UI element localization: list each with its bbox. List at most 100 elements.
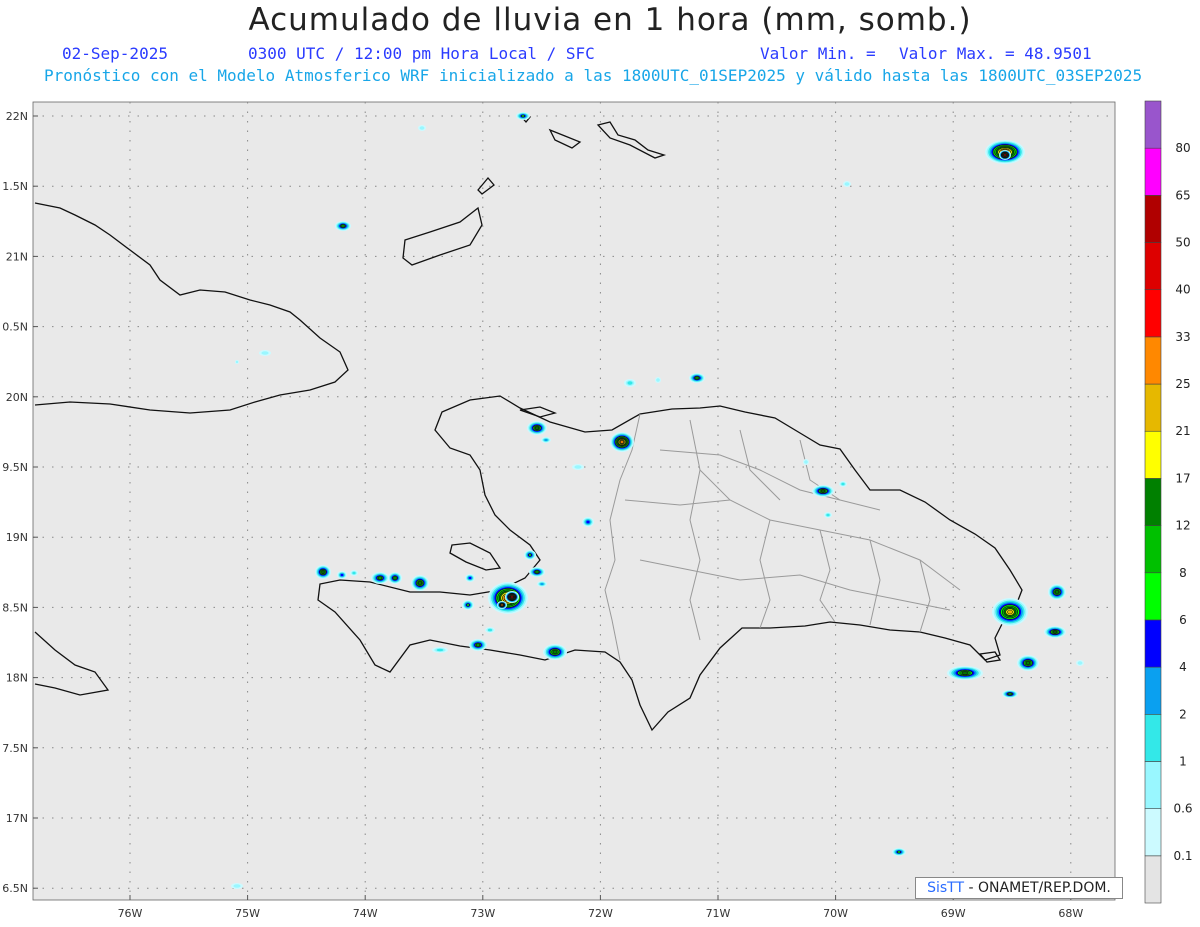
lat-tick-label: 19N [6,531,28,544]
colorbar-label: 25 [1175,377,1190,391]
lon-tick-label: 71W [706,907,731,920]
rain-cell [231,883,243,889]
rain-cell [803,459,809,465]
rain-cell [516,112,530,120]
lat-tick-label: 6.5N [2,882,28,895]
lon-tick-label: 75W [235,907,260,920]
lat-tick-label: 22N [6,110,28,123]
lon-tick-label: 76W [118,907,143,920]
rain-cell [999,150,1011,160]
colorbar-label: 33 [1175,330,1190,344]
colorbar-label: 0.6 [1173,802,1192,816]
rain-cell [655,377,661,383]
colorbar-swatch [1144,336,1162,385]
colorbar-swatch [1144,289,1162,338]
colorbar-swatch [1144,195,1162,243]
rain-cell [537,581,547,587]
rain-cell [839,481,847,487]
colorbar-swatch [1144,619,1162,668]
rain-cell [582,517,594,527]
rain-cell [485,627,495,633]
colorbar-label: 2 [1179,707,1187,721]
rain-cell [824,512,832,518]
lat-tick-label: 18N [6,672,28,685]
rain-cell [469,639,487,651]
rain-cell [335,221,351,231]
rain-cell [411,575,429,591]
colorbar-swatch [1144,478,1162,526]
colorbar-swatch [1144,808,1162,857]
rain-cell [524,550,536,560]
lat-tick-label: 21N [6,250,28,263]
lat-tick-label: 8.5N [2,601,28,614]
rain-cell [529,567,545,577]
colorbar-label: 17 [1175,471,1190,485]
colorbar-label: 21 [1175,424,1190,438]
rain-cell [497,601,507,609]
colorbar-label: 1 [1179,754,1187,768]
rain-cell [465,574,475,582]
colorbar-label: 4 [1179,660,1187,674]
colorbar-swatch [1144,100,1162,149]
rain-cell [337,571,347,579]
lat-tick-label: 17N [6,812,28,825]
legend-colorbar: 0.10.612468121721253340506580 [1144,100,1193,904]
rain-cell [689,373,705,383]
lon-tick-label: 68W [1058,907,1083,920]
colorbar-swatch [1144,525,1162,574]
colorbar-swatch [1144,147,1162,196]
credit-text: - ONAMET/REP.DOM. [964,880,1111,896]
colorbar-swatch [1144,855,1162,904]
rain-cell [1002,690,1018,698]
rain-cell [259,350,271,356]
rain-cell [624,379,636,387]
lon-tick-label: 73W [470,907,495,920]
rain-cell [1048,584,1066,600]
rain-cell [812,485,834,497]
rain-cell [388,572,402,584]
rain-cell [235,360,239,364]
colorbar-label: 12 [1175,519,1190,533]
colorbar-label: 65 [1175,188,1190,202]
rainfall-map: 0.10.612468121721253340506580 22N1.5N21N… [2,100,1193,920]
lon-tick-label: 72W [588,907,613,920]
lat-tick-label: 1.5N [2,180,28,193]
rain-cell [543,644,567,660]
rain-cell [1017,655,1039,671]
lon-tick-label: 74W [353,907,378,920]
rain-cell [541,437,551,443]
colorbar-swatch [1144,713,1162,762]
colorbar-swatch [1144,572,1162,621]
rain-cell [462,600,474,610]
rain-cell [947,666,983,680]
colorbar-label: 6 [1179,613,1187,627]
colorbar-swatch [1144,761,1162,809]
colorbar-label: 8 [1179,566,1187,580]
sis-logo-text: SisTT [927,880,965,896]
rain-cell [610,432,634,452]
colorbar-swatch [1144,666,1162,715]
colorbar-swatch [1144,430,1162,479]
colorbar-label: 80 [1175,141,1190,155]
rain-cell [572,464,584,470]
lat-tick-label: 0.5N [2,321,28,334]
colorbar-swatch [1144,383,1162,432]
rain-cell [527,421,547,435]
lat-tick-label: 9.5N [2,461,28,474]
rain-cell [371,572,389,584]
colorbar-label: 50 [1175,236,1190,250]
colorbar-label: 40 [1175,283,1190,297]
lat-tick-label: 20N [6,391,28,404]
rain-cell [843,181,851,187]
lon-tick-label: 69W [941,907,966,920]
colorbar-swatch [1144,242,1162,291]
rain-cell [992,598,1028,626]
rain-cell [1076,660,1084,666]
rain-cell [892,848,906,856]
rain-cell [418,125,426,131]
lat-tick-label: 7.5N [2,742,28,755]
lon-tick-label: 70W [823,907,848,920]
credit-box: SisTT - ONAMET/REP.DOM. [915,877,1123,899]
rain-cell [432,647,448,653]
rain-cell [1044,626,1066,638]
